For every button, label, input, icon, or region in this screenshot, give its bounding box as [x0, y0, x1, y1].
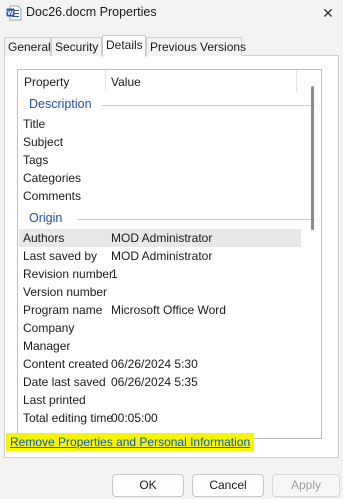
word-doc-icon: W — [6, 5, 22, 21]
column-separator[interactable] — [296, 70, 297, 92]
property-row[interactable]: Total editing time 00:05:00 — [19, 409, 301, 427]
property-name: Authors — [23, 231, 65, 245]
property-name: Last printed — [23, 393, 86, 407]
vertical-scrollbar[interactable] — [305, 70, 321, 438]
property-name: Categories — [23, 171, 82, 185]
property-row[interactable]: Tags — [19, 151, 301, 169]
properties-list[interactable]: Property Value Description Title Subject… — [17, 69, 322, 439]
tab-details[interactable]: Details — [102, 35, 146, 57]
property-name: Date last saved — [23, 375, 106, 389]
property-value: MOD Administrator — [111, 249, 213, 263]
property-value: 1 — [111, 267, 118, 281]
property-row[interactable]: Manager — [19, 337, 301, 355]
property-row[interactable]: Title — [19, 115, 301, 133]
property-name: Content created — [23, 357, 109, 371]
remove-properties-link[interactable]: Remove Properties and Personal Informati… — [6, 433, 255, 451]
group-title-origin: Origin — [29, 211, 63, 225]
properties-dialog: W Doc26.docm Properties ✕ General Securi… — [0, 0, 343, 499]
property-name: Last saved by — [23, 249, 98, 263]
ok-button[interactable]: OK — [112, 474, 184, 497]
column-header: Property Value — [18, 70, 307, 92]
column-header-value[interactable]: Value — [111, 75, 141, 89]
property-value: Microsoft Office Word — [111, 303, 226, 317]
property-row[interactable]: Program name Microsoft Office Word — [19, 301, 301, 319]
property-value: 06/26/2024 5:35 — [111, 375, 198, 389]
property-name: Title — [23, 117, 46, 131]
property-row[interactable]: Revision number 1 — [19, 265, 301, 283]
property-row[interactable]: Content created 06/26/2024 5:30 — [19, 355, 301, 373]
property-row[interactable]: Version number — [19, 283, 301, 301]
tab-general[interactable]: General — [4, 37, 51, 56]
property-name: Subject — [23, 135, 64, 149]
property-value: 06/26/2024 5:30 — [111, 357, 198, 371]
details-panel: Property Value Description Title Subject… — [4, 56, 339, 458]
apply-button[interactable]: Apply — [272, 474, 340, 497]
property-row[interactable]: Company — [19, 319, 301, 337]
property-row[interactable]: Categories — [19, 169, 301, 187]
close-icon[interactable]: ✕ — [313, 0, 343, 26]
scrollbar-thumb[interactable] — [311, 86, 314, 230]
property-name: Comments — [23, 189, 82, 203]
property-value: MOD Administrator — [111, 231, 213, 245]
column-separator[interactable] — [105, 70, 106, 92]
property-name: Company — [23, 321, 75, 335]
column-header-property[interactable]: Property — [24, 75, 69, 89]
property-name: Program name — [23, 303, 103, 317]
tab-security[interactable]: Security — [51, 37, 102, 56]
property-name: Manager — [23, 339, 71, 353]
property-name: Tags — [23, 153, 49, 167]
svg-text:W: W — [7, 10, 14, 17]
group-divider — [78, 219, 315, 220]
property-row[interactable]: Last printed — [19, 391, 301, 409]
property-name: Version number — [23, 285, 108, 299]
window-title: Doc26.docm Properties — [26, 5, 157, 19]
property-row[interactable]: Last saved by MOD Administrator — [19, 247, 301, 265]
property-row[interactable]: Authors MOD Administrator — [19, 229, 301, 247]
property-row[interactable]: Comments — [19, 187, 301, 205]
property-row[interactable]: Subject — [19, 133, 301, 151]
tab-previous-versions[interactable]: Previous Versions — [146, 37, 246, 56]
group-divider — [102, 105, 315, 106]
cancel-button[interactable]: Cancel — [192, 474, 264, 497]
group-title-description: Description — [29, 97, 92, 111]
tab-bar: General Security Details Previous Versio… — [4, 35, 341, 57]
property-name: Revision number — [23, 267, 114, 281]
title-bar: W Doc26.docm Properties ✕ — [0, 0, 343, 26]
property-name: Total editing time — [23, 411, 114, 425]
property-value: 00:05:00 — [111, 411, 158, 425]
property-row[interactable]: Date last saved 06/26/2024 5:35 — [19, 373, 301, 391]
